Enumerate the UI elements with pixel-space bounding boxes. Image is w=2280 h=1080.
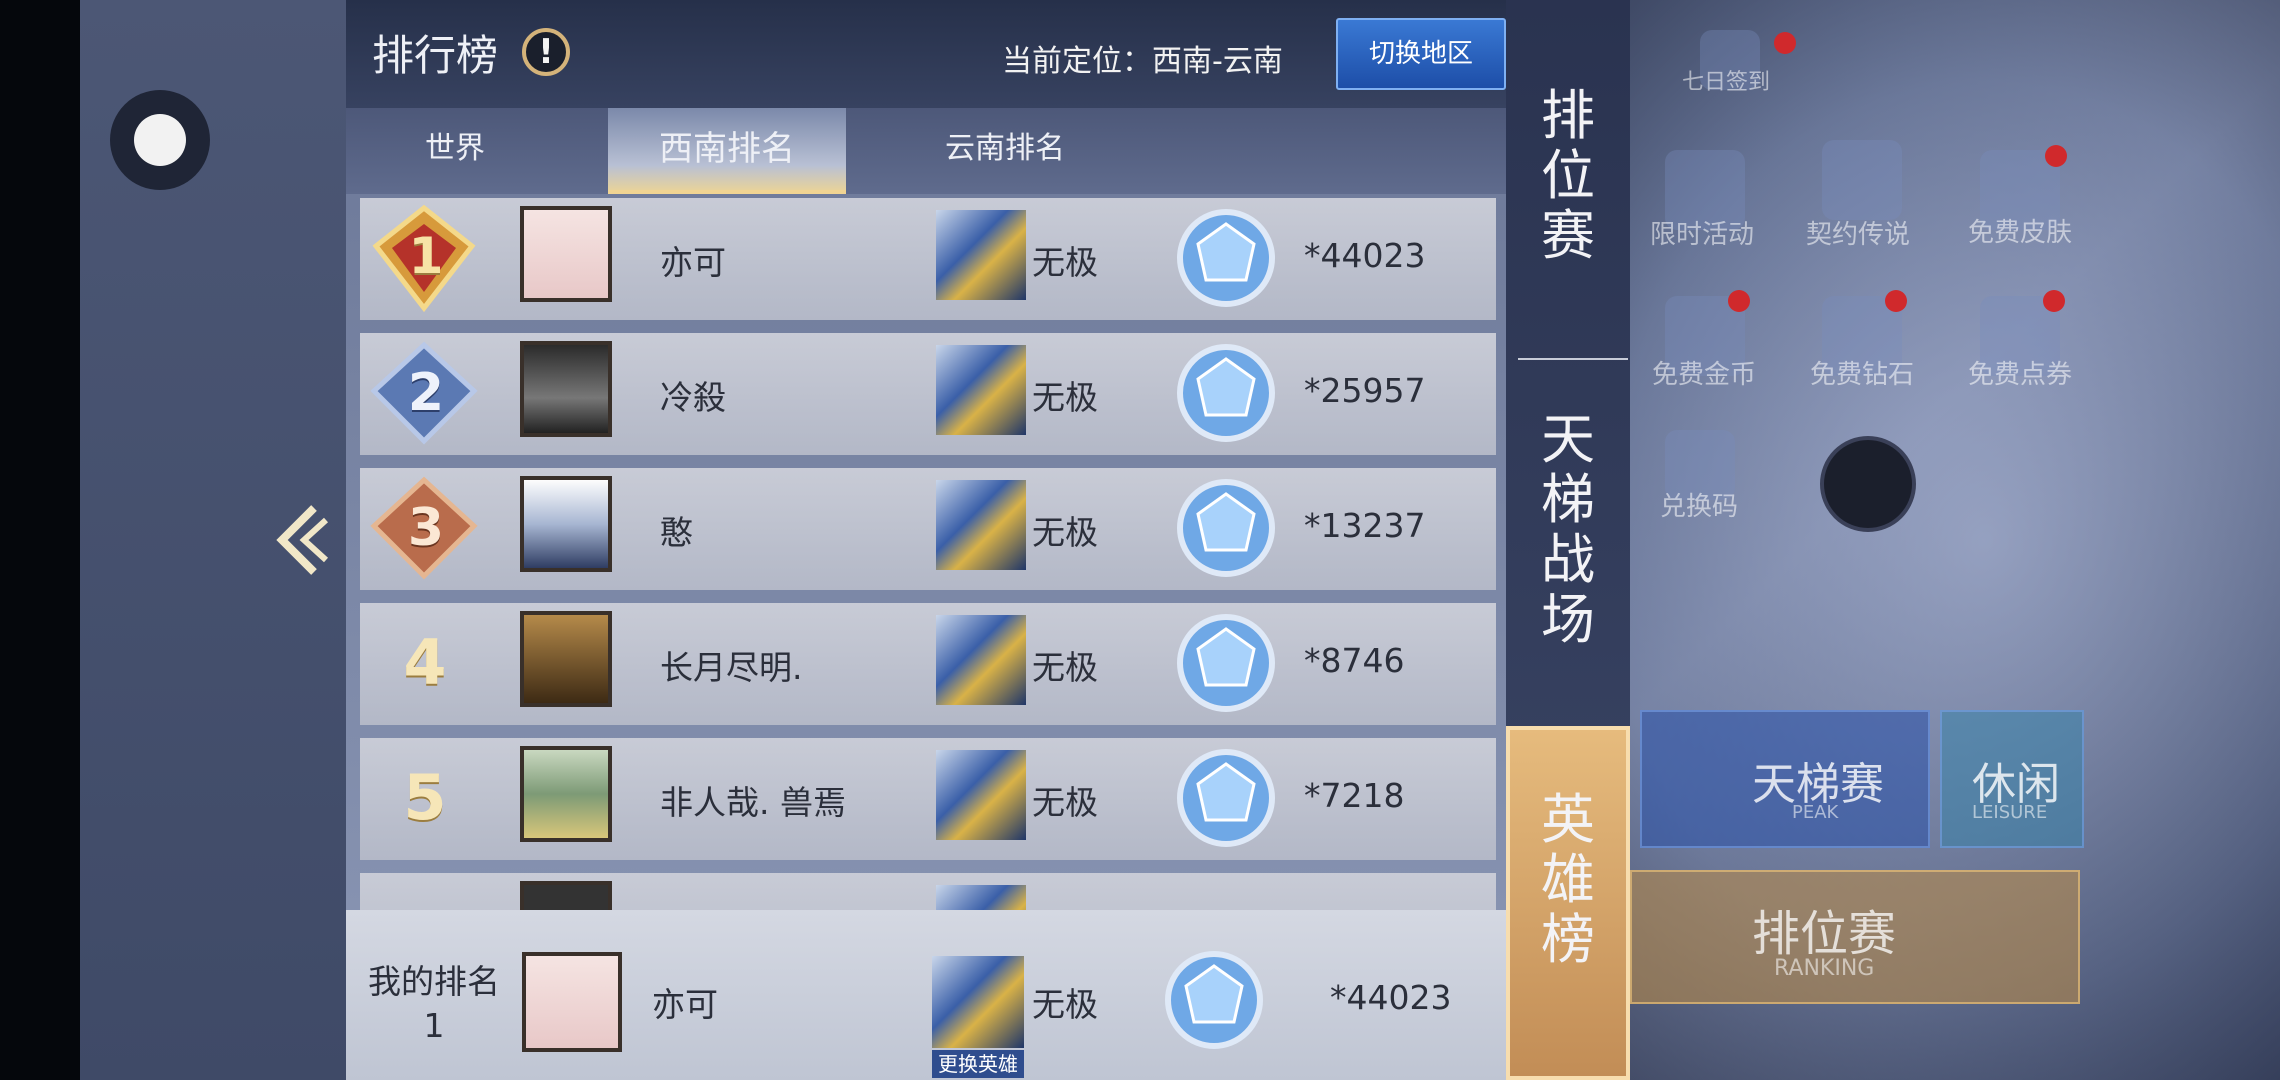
category-ranked[interactable]: 排位赛 xyxy=(1506,86,1630,266)
score: *7218 xyxy=(1304,776,1405,815)
rank-number: 5 xyxy=(403,761,447,834)
category-ranked-label: 排位赛 xyxy=(1541,84,1595,267)
hero-portrait-icon xyxy=(936,480,1026,570)
leisure-mode-button[interactable]: 休闲 LEISURE xyxy=(1940,710,2084,848)
score: *44023 xyxy=(1304,236,1426,275)
contract-legend-label[interactable]: 契约传说 xyxy=(1806,214,1910,251)
hero-name: 无极 xyxy=(1032,378,1098,417)
rank-number: 4 xyxy=(403,626,447,699)
ranking-mode-label: 排位赛 xyxy=(1752,906,1897,962)
notification-dot xyxy=(1728,290,1750,312)
gem-icon xyxy=(1165,951,1263,1049)
back-chevron-icon[interactable] xyxy=(270,500,330,580)
table-row[interactable]: 3 憨 无极 *13237 xyxy=(360,468,1496,590)
hero-portrait-icon xyxy=(936,750,1026,840)
score: *44023 xyxy=(1330,978,1452,1017)
ranking-mode-sub: RANKING xyxy=(1774,956,1875,981)
my-ranking-number: 1 xyxy=(423,1006,445,1045)
leisure-mode-sub: LEISURE xyxy=(1972,802,2048,823)
rank-number: 1 xyxy=(408,227,444,285)
tab-yunnan[interactable]: 云南排名 xyxy=(886,108,1124,190)
home-button[interactable] xyxy=(110,90,210,190)
category-hero-board-label: 英雄榜 xyxy=(1541,788,1595,971)
tab-world[interactable]: 世界 xyxy=(360,108,550,190)
player-name: 长月尽明. xyxy=(660,648,803,687)
table-row[interactable]: 1 亦可 无极 *44023 xyxy=(360,198,1496,320)
page-title: 排行榜 xyxy=(372,31,499,80)
free-gold-label[interactable]: 免费金币 xyxy=(1652,354,1756,391)
peak-mode-button[interactable]: 天梯赛 PEAK xyxy=(1640,710,1930,848)
gem-icon xyxy=(1177,479,1275,577)
hero-name: 无极 xyxy=(1032,513,1098,552)
hero-portrait-icon xyxy=(936,615,1026,705)
table-row[interactable] xyxy=(360,873,1496,910)
hero-name: 无极 xyxy=(1032,783,1098,822)
redeem-code-label[interactable]: 兑换码 xyxy=(1660,486,1738,523)
score: *25957 xyxy=(1304,371,1426,410)
my-ranking-label: 我的排名 1 xyxy=(364,960,504,1048)
category-hero-board[interactable]: 英雄榜 xyxy=(1506,726,1630,1080)
notification-dot xyxy=(1774,32,1796,54)
player-name: 憨 xyxy=(660,513,693,552)
table-row[interactable]: 5 非人哉. 兽焉 无极 *7218 xyxy=(360,738,1496,860)
current-location: 当前定位：西南-云南 xyxy=(1002,44,1283,79)
hero-name: 无极 xyxy=(1032,243,1098,282)
player-name: 冷殺 xyxy=(660,378,726,417)
seven-day-signin-label[interactable]: 七日签到 xyxy=(1682,64,1770,96)
sound-icon[interactable] xyxy=(1820,436,1916,532)
table-row[interactable]: 4 长月尽明. 无极 *8746 xyxy=(360,603,1496,725)
player-name: 亦可 xyxy=(652,985,718,1024)
score: *13237 xyxy=(1304,506,1426,545)
ranking-tabs: 世界 西南排名 云南排名 xyxy=(346,108,1506,194)
gem-icon xyxy=(1177,344,1275,442)
ranking-list[interactable]: 1 亦可 无极 *44023 2 冷殺 无极 *25957 3 憨 无极 *13… xyxy=(360,198,1496,910)
ranking-panel: 排行榜 ! 当前定位：西南-云南 切换地区 世界 西南排名 云南排名 1 亦可 … xyxy=(346,0,1506,1080)
hero-name: 无极 xyxy=(1032,985,1098,1024)
ranking-mode-button[interactable]: 排位赛 RANKING xyxy=(1630,870,2080,1004)
gem-icon xyxy=(1177,209,1275,307)
rank-number: 3 xyxy=(407,498,445,558)
screen-edge xyxy=(0,0,80,1080)
avatar[interactable] xyxy=(520,611,612,707)
info-icon[interactable]: ! xyxy=(522,28,570,76)
gem-icon xyxy=(1177,614,1275,712)
my-ranking-title: 我的排名 xyxy=(368,962,500,1001)
category-ladder-label: 天梯战场 xyxy=(1541,408,1595,651)
contract-legend-icon[interactable] xyxy=(1822,140,1902,220)
switch-region-button[interactable]: 切换地区 xyxy=(1336,18,1506,90)
notification-dot xyxy=(2043,290,2065,312)
hero-portrait-icon xyxy=(936,885,1026,910)
table-row[interactable]: 2 冷殺 无极 *25957 xyxy=(360,333,1496,455)
rank-number: 2 xyxy=(407,363,445,423)
free-diamond-label[interactable]: 免费钻石 xyxy=(1810,354,1914,391)
avatar[interactable] xyxy=(520,341,612,437)
home-icon xyxy=(134,114,186,166)
hero-portrait-icon xyxy=(936,210,1026,300)
ranking-header: 排行榜 ! 当前定位：西南-云南 切换地区 xyxy=(346,0,1506,108)
change-hero-button[interactable]: 更换英雄 xyxy=(932,1050,1024,1078)
notification-dot xyxy=(2045,145,2067,167)
peak-mode-sub: PEAK xyxy=(1792,802,1839,823)
avatar[interactable] xyxy=(522,952,622,1052)
hero-portrait-icon[interactable] xyxy=(932,956,1024,1048)
hero-name: 无极 xyxy=(1032,648,1098,687)
category-tabs: 排位赛 天梯战场 英雄榜 xyxy=(1506,0,1630,1080)
avatar[interactable] xyxy=(520,881,612,910)
hero-portrait-icon xyxy=(936,345,1026,435)
score: *8746 xyxy=(1304,641,1405,680)
my-ranking-bar: 我的排名 1 亦可 更换英雄 无极 *44023 xyxy=(346,910,1506,1080)
player-name: 亦可 xyxy=(660,243,726,282)
limited-event-label[interactable]: 限时活动 xyxy=(1650,214,1754,251)
notification-dot xyxy=(1885,290,1907,312)
free-skin-label[interactable]: 免费皮肤 xyxy=(1968,212,2072,249)
avatar[interactable] xyxy=(520,476,612,572)
player-name: 非人哉. 兽焉 xyxy=(660,783,846,822)
free-voucher-label[interactable]: 免费点券 xyxy=(1968,354,2072,391)
divider xyxy=(1518,358,1628,360)
tab-southwest[interactable]: 西南排名 xyxy=(608,108,846,194)
category-ladder[interactable]: 天梯战场 xyxy=(1506,410,1630,650)
gem-icon xyxy=(1177,749,1275,847)
avatar[interactable] xyxy=(520,206,612,302)
avatar[interactable] xyxy=(520,746,612,842)
